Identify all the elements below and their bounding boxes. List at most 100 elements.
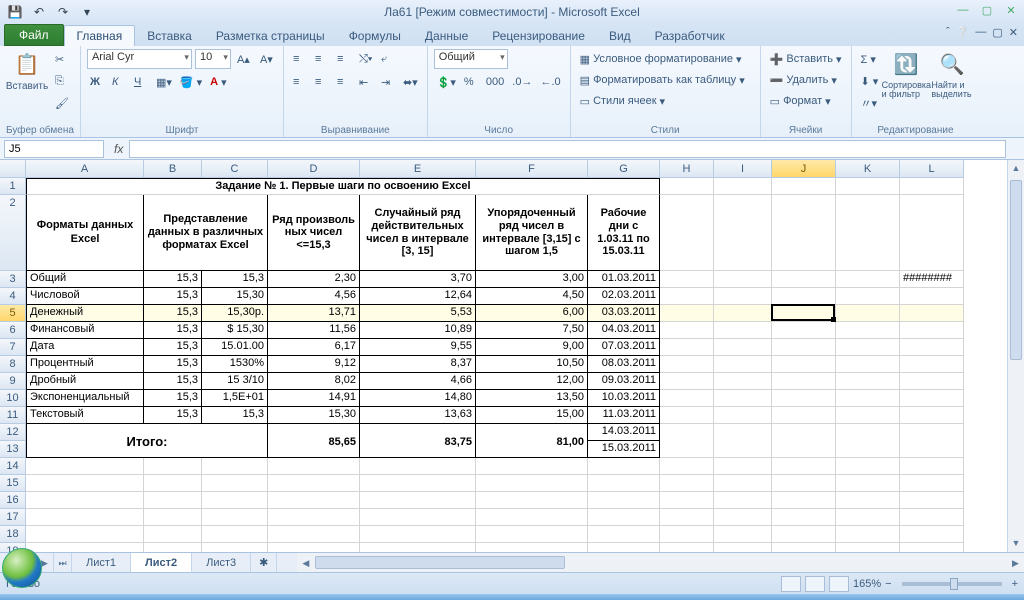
row-header[interactable]: 14 bbox=[0, 458, 26, 475]
new-sheet-button[interactable]: ✱ bbox=[251, 553, 277, 572]
row-header[interactable]: 18 bbox=[0, 526, 26, 543]
tab-view[interactable]: Вид bbox=[597, 26, 643, 46]
row-header[interactable]: 3 bbox=[0, 271, 26, 288]
cell[interactable] bbox=[772, 390, 836, 407]
cell[interactable] bbox=[714, 356, 772, 373]
cell[interactable]: Процентный bbox=[26, 356, 144, 373]
cell[interactable] bbox=[660, 373, 714, 390]
cell[interactable]: 09.03.2011 bbox=[588, 373, 660, 390]
cell[interactable] bbox=[26, 509, 144, 526]
cell[interactable]: 9,55 bbox=[360, 339, 476, 356]
help-icon[interactable]: ❔ bbox=[956, 26, 970, 39]
cell[interactable]: Денежный bbox=[26, 305, 144, 322]
cell[interactable]: Финансовый bbox=[26, 322, 144, 339]
cell[interactable] bbox=[360, 492, 476, 509]
sheet-tab[interactable]: Лист2 bbox=[131, 553, 192, 572]
cell[interactable] bbox=[772, 509, 836, 526]
window-minimize-icon[interactable]: ― bbox=[975, 26, 986, 39]
cell[interactable]: 7,50 bbox=[476, 322, 588, 339]
cell[interactable] bbox=[772, 195, 836, 271]
scroll-thumb[interactable] bbox=[315, 556, 565, 569]
close-icon[interactable]: ✕ bbox=[1002, 2, 1020, 18]
insert-cells-button[interactable]: ➕Вставить ▾ bbox=[767, 49, 845, 69]
cell[interactable]: 08.03.2011 bbox=[588, 356, 660, 373]
col-header[interactable]: E bbox=[360, 160, 476, 178]
row-header[interactable]: 1 bbox=[0, 178, 26, 195]
find-select-button[interactable]: 🔍 Найти и выделить bbox=[931, 49, 973, 99]
cell[interactable]: 15,3 bbox=[144, 390, 202, 407]
cell[interactable]: 9,12 bbox=[268, 356, 360, 373]
cell[interactable] bbox=[660, 492, 714, 509]
zoom-out-button[interactable]: − bbox=[885, 578, 891, 590]
cell-styles-button[interactable]: ▭Стили ячеек ▾ bbox=[577, 91, 668, 111]
scroll-left-icon[interactable]: ◀ bbox=[297, 553, 314, 572]
cell[interactable]: 15.03.2011 bbox=[588, 441, 660, 458]
cell[interactable]: 85,65 bbox=[268, 424, 360, 458]
tab-data[interactable]: Данные bbox=[413, 26, 480, 46]
align-center-button[interactable]: ≡ bbox=[312, 72, 332, 92]
name-box[interactable] bbox=[4, 140, 104, 158]
cell[interactable] bbox=[476, 526, 588, 543]
cell[interactable] bbox=[268, 475, 360, 492]
cell[interactable] bbox=[202, 475, 268, 492]
cell[interactable]: 10,89 bbox=[360, 322, 476, 339]
align-middle-button[interactable]: ≡ bbox=[312, 49, 332, 69]
save-icon[interactable]: 💾 bbox=[4, 2, 26, 22]
cell[interactable] bbox=[360, 475, 476, 492]
cell[interactable]: 10,50 bbox=[476, 356, 588, 373]
cell[interactable] bbox=[660, 356, 714, 373]
conditional-formatting-button[interactable]: ▦Условное форматирование ▾ bbox=[577, 49, 745, 69]
cell[interactable]: 1530% bbox=[202, 356, 268, 373]
cell[interactable] bbox=[268, 543, 360, 552]
cell[interactable]: 15,30 bbox=[268, 407, 360, 424]
font-color-button[interactable]: A▾ bbox=[207, 72, 229, 92]
cell[interactable] bbox=[836, 322, 900, 339]
row-header[interactable]: 15 bbox=[0, 475, 26, 492]
cell[interactable] bbox=[202, 458, 268, 475]
cell[interactable] bbox=[588, 526, 660, 543]
tab-file[interactable]: Файл bbox=[4, 24, 64, 46]
cell[interactable] bbox=[660, 178, 714, 195]
grid[interactable]: Задание № 1. Первые шаги по освоению Exc… bbox=[26, 178, 1007, 552]
select-all-corner[interactable] bbox=[0, 160, 26, 178]
paste-button[interactable]: 📋 Вставить bbox=[6, 49, 48, 92]
cell[interactable]: 02.03.2011 bbox=[588, 288, 660, 305]
undo-icon[interactable]: ↶ bbox=[28, 2, 50, 22]
cell[interactable]: 83,75 bbox=[360, 424, 476, 458]
row-header[interactable]: 9 bbox=[0, 373, 26, 390]
cell[interactable] bbox=[26, 475, 144, 492]
cell[interactable]: 8,02 bbox=[268, 373, 360, 390]
fill-button[interactable]: ⬇ ▾ bbox=[858, 71, 882, 91]
sheet-tab[interactable]: Лист1 bbox=[72, 553, 131, 572]
cell[interactable]: 14,91 bbox=[268, 390, 360, 407]
cell[interactable]: 03.03.2011 bbox=[588, 305, 660, 322]
cell[interactable]: 14,80 bbox=[360, 390, 476, 407]
cell[interactable] bbox=[588, 509, 660, 526]
grow-font-button[interactable]: A▴ bbox=[234, 49, 254, 69]
cell[interactable] bbox=[772, 322, 836, 339]
cell[interactable]: 15.01.00 bbox=[202, 339, 268, 356]
align-left-button[interactable]: ≡ bbox=[290, 72, 310, 92]
cell[interactable] bbox=[360, 526, 476, 543]
zoom-level[interactable]: 165% bbox=[853, 578, 881, 590]
cell[interactable] bbox=[202, 509, 268, 526]
cell[interactable] bbox=[714, 271, 772, 288]
window-restore-icon[interactable]: ▢ bbox=[992, 26, 1002, 39]
cell[interactable]: Текстовый bbox=[26, 407, 144, 424]
cell[interactable] bbox=[836, 509, 900, 526]
shrink-font-button[interactable]: A▾ bbox=[257, 49, 277, 69]
wrap-text-button[interactable]: ⤶ bbox=[378, 49, 398, 69]
cell[interactable] bbox=[772, 178, 836, 195]
ribbon-minimize-icon[interactable]: ˆ bbox=[946, 26, 950, 39]
cell[interactable] bbox=[588, 475, 660, 492]
cell[interactable]: 15,30р. bbox=[202, 305, 268, 322]
col-header[interactable]: D bbox=[268, 160, 360, 178]
increase-indent-button[interactable]: ⇥ bbox=[378, 72, 398, 92]
cell[interactable]: 4,66 bbox=[360, 373, 476, 390]
row-header[interactable]: 13 bbox=[0, 441, 26, 458]
comma-button[interactable]: 000 bbox=[483, 72, 507, 92]
cell[interactable] bbox=[714, 305, 772, 322]
cell[interactable] bbox=[836, 373, 900, 390]
zoom-thumb[interactable] bbox=[950, 578, 958, 590]
row-header[interactable]: 10 bbox=[0, 390, 26, 407]
